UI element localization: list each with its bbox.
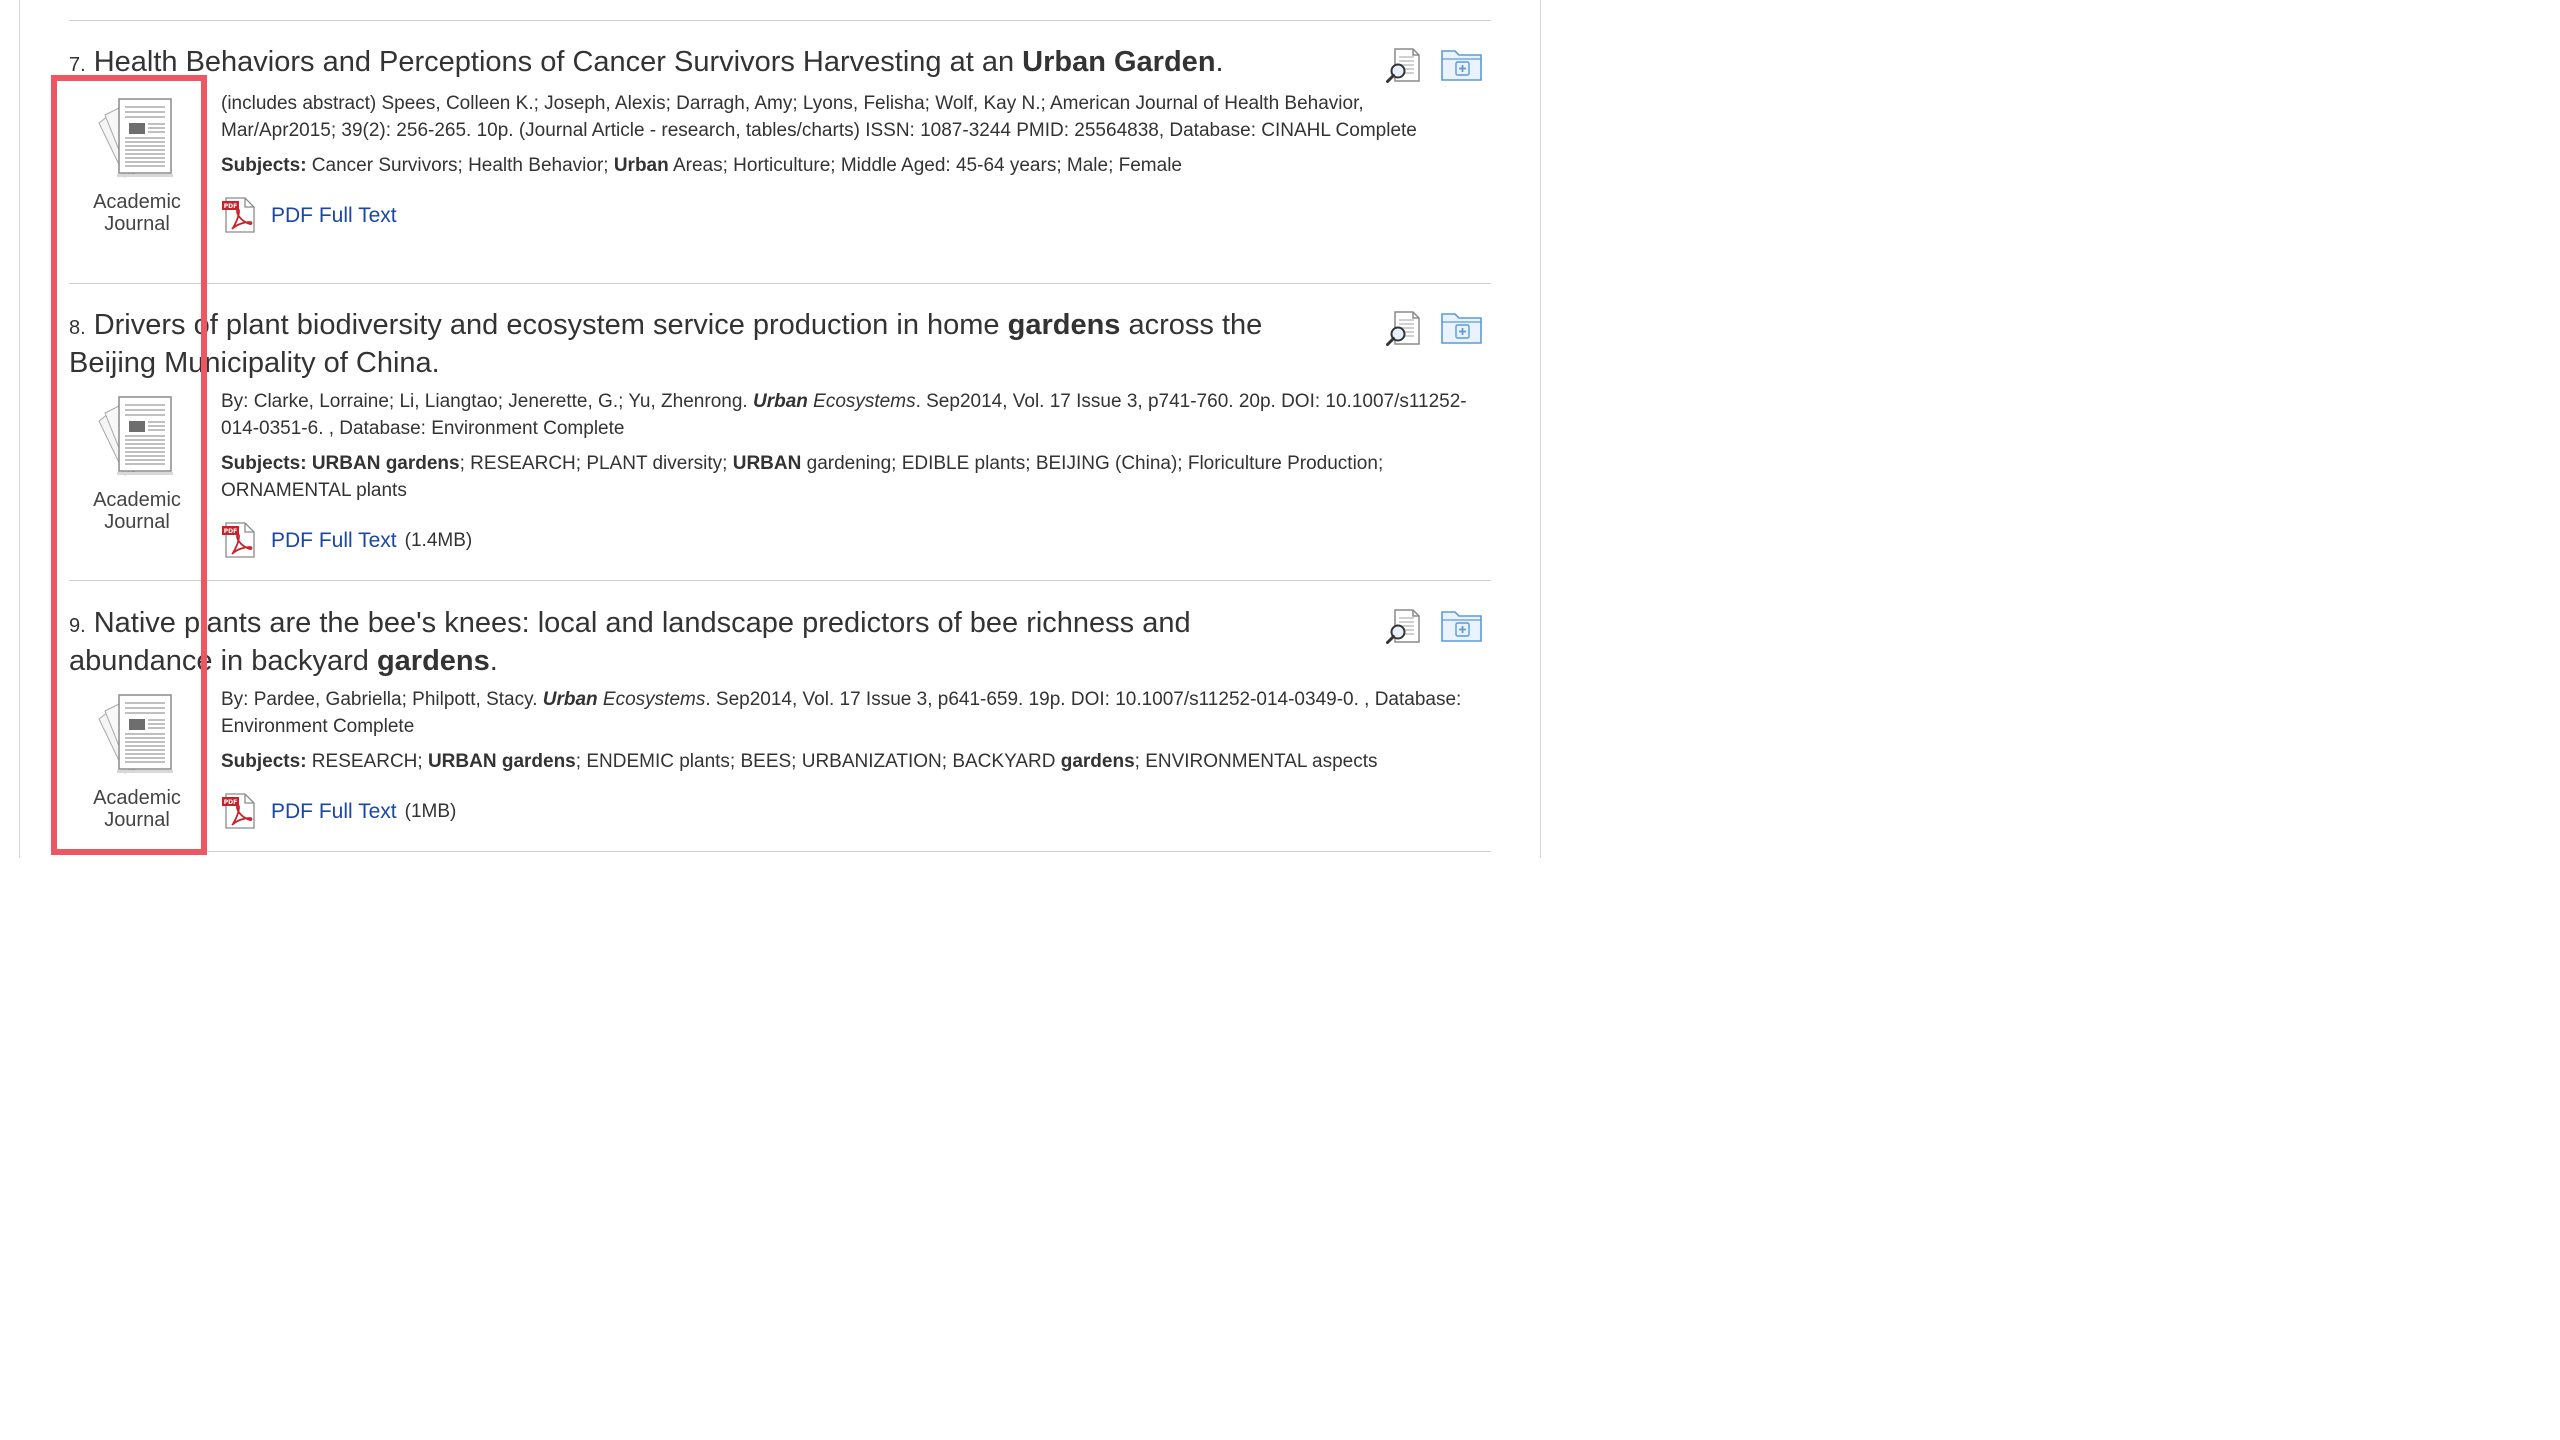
result-number: 8. [69,317,86,339]
result-item-8: 8. Drivers of plant biodiversity and ecos… [69,308,1491,573]
citation: (includes abstract) Spees, Colleen K.; J… [221,93,1417,141]
result-title-text[interactable]: Drivers of plant biodiversity and ecosys… [69,309,1262,379]
result-title-text[interactable]: Native plants are the bee's knees: local… [69,607,1191,677]
pdf-file-size: (1.4MB) [404,529,473,551]
result-item-9: 9. Native plants are the bee's knees: loc… [69,606,1491,846]
preview-icon[interactable] [1386,310,1422,346]
result-divider [69,283,1491,284]
result-title[interactable]: 7. Health Behaviors and Perceptions of Ca… [69,45,1339,83]
result-divider [69,20,1491,21]
preview-icon[interactable] [1386,608,1422,644]
subjects: Subjects: RESEARCH; URBAN gardens; ENDEM… [221,751,1378,772]
svg-text:PDF: PDF [224,203,237,210]
result-divider [69,580,1491,581]
citation: By: Pardee, Gabriella; Philpott, Stacy. … [221,689,1462,737]
pdf-full-text-link[interactable]: PDF Full Text [271,202,397,229]
subjects: Subjects: URBAN gardens; RESEARCH; PLANT… [221,453,1384,501]
pdf-icon[interactable]: PDF [221,793,257,829]
svg-text:PDF: PDF [224,528,237,535]
full-text-row: PDF PDF Full Text (1MB) [221,793,1471,829]
add-to-folder-icon[interactable] [1441,608,1482,642]
pdf-file-size: (1MB) [404,800,457,822]
publication-type-label: Academic Journal [93,489,181,533]
result-title[interactable]: 8. Drivers of plant biodiversity and ecos… [69,308,1339,381]
publication-type[interactable]: Academic Journal [69,395,205,533]
result-number: 9. [69,615,86,637]
full-text-row: PDF PDF Full Text [221,197,1471,233]
svg-text:PDF: PDF [224,799,237,806]
publication-type[interactable]: Academic Journal [69,97,205,235]
publication-type[interactable]: Academic Journal [69,693,205,831]
citation: By: Clarke, Lorraine; Li, Liangtao; Jene… [221,391,1467,439]
academic-journal-icon[interactable] [95,693,179,775]
pdf-full-text-link[interactable]: PDF Full Text [271,527,397,554]
academic-journal-icon[interactable] [95,97,179,179]
result-title[interactable]: 9. Native plants are the bee's knees: loc… [69,606,1339,679]
subjects: Subjects: Cancer Survivors; Health Behav… [221,155,1182,176]
publication-type-label: Academic Journal [93,191,181,235]
result-details: (includes abstract) Spees, Colleen K.; J… [221,90,1471,233]
pdf-full-text-link[interactable]: PDF Full Text [271,798,397,825]
full-text-row: PDF PDF Full Text (1.4MB) [221,522,1471,558]
result-item-7: 7. Health Behaviors and Perceptions of Ca… [69,45,1491,275]
result-title-text[interactable]: Health Behaviors and Perceptions of Canc… [94,46,1224,78]
result-details: By: Clarke, Lorraine; Li, Liangtao; Jene… [221,388,1471,558]
result-number: 7. [69,54,86,76]
left-border [19,0,20,858]
right-border [1540,0,1541,858]
pdf-icon[interactable]: PDF [221,522,257,558]
pdf-icon[interactable]: PDF [221,197,257,233]
publication-type-label: Academic Journal [93,787,181,831]
result-divider [69,851,1491,852]
add-to-folder-icon[interactable] [1441,47,1482,81]
academic-journal-icon[interactable] [95,395,179,477]
results-page: 7. Health Behaviors and Perceptions of Ca… [0,0,1561,876]
preview-icon[interactable] [1386,47,1422,83]
add-to-folder-icon[interactable] [1441,310,1482,344]
result-details: By: Pardee, Gabriella; Philpott, Stacy. … [221,686,1471,829]
